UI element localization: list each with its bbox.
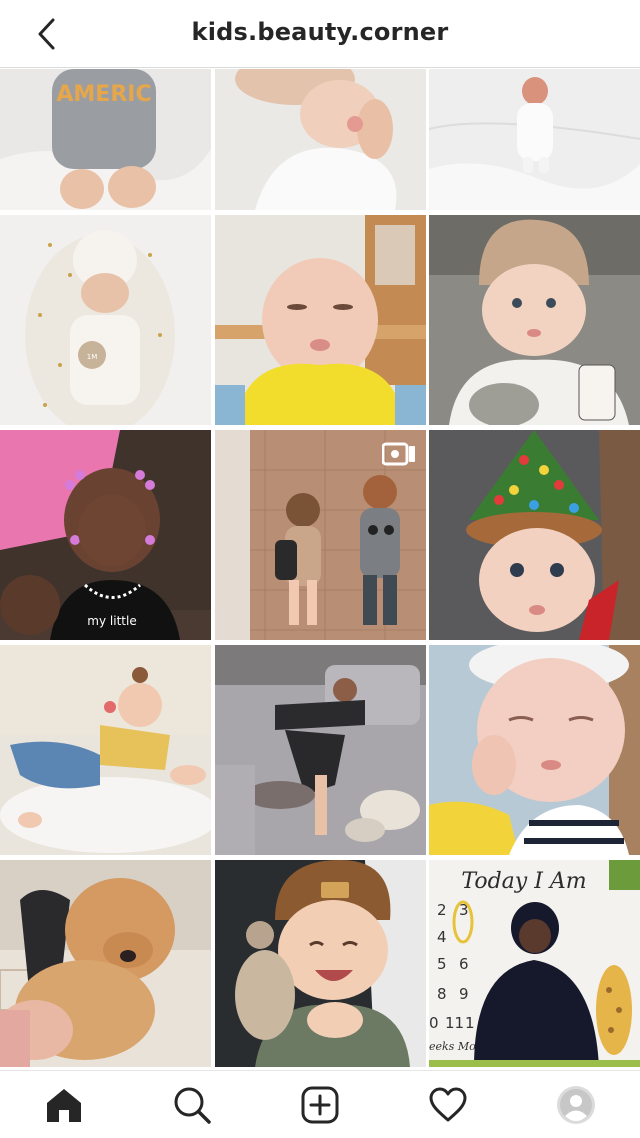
- tab-profile[interactable]: [544, 1073, 608, 1137]
- post-baby-pacifier-chair[interactable]: [0, 645, 211, 855]
- tab-new-post[interactable]: [288, 1073, 352, 1137]
- post-baby-pink-beads[interactable]: my little: [0, 430, 211, 640]
- tab-search[interactable]: [160, 1073, 224, 1137]
- profile-avatar-icon: [557, 1085, 595, 1124]
- post-mom-sleeping-sofa[interactable]: [214, 645, 426, 855]
- post-toddlers-holding-hands[interactable]: [214, 430, 426, 640]
- tab-activity[interactable]: [416, 1073, 480, 1137]
- blanket-number: 8: [437, 985, 447, 1003]
- post-baby-bunny-hat[interactable]: 1M: [0, 215, 211, 425]
- blanket-number: 4: [437, 928, 447, 946]
- svg-text:my little: my little: [87, 614, 136, 628]
- post-today-i-am-blanket[interactable]: Today I Am 2 3 4 5 6 8 9 0 11 1 eeks Mon: [429, 860, 640, 1067]
- blanket-title: Today I Am: [461, 869, 586, 894]
- post-baby-knit-hat[interactable]: [429, 215, 640, 425]
- post-baby-carhartt-hat[interactable]: [214, 860, 426, 1067]
- blanket-number: 2: [437, 901, 447, 919]
- profile-username: kids.beauty.corner: [191, 18, 449, 46]
- blanket-number: 0: [429, 1014, 439, 1032]
- bottom-tab-bar: [0, 1070, 640, 1138]
- post-onesie-baby[interactable]: AMERIC: [0, 69, 211, 210]
- blanket-number: 1: [465, 1014, 475, 1032]
- post-baby-christmas-hat[interactable]: [429, 430, 640, 640]
- blanket-number: 11: [445, 1014, 464, 1032]
- plus-square-icon: [301, 1086, 339, 1123]
- heart-icon: [429, 1087, 467, 1121]
- post-baby-pouting-highchair[interactable]: [214, 215, 426, 425]
- posts-grid: AMERIC 1M my little Today I Am 2 3 4 5 6…: [0, 69, 640, 1068]
- svg-text:AMERIC: AMERIC: [56, 82, 151, 107]
- blanket-number: 6: [459, 955, 469, 973]
- post-chow-chow-dog[interactable]: [0, 860, 211, 1067]
- post-baby-sleeping[interactable]: [429, 645, 640, 855]
- post-mother-newborn[interactable]: [214, 69, 426, 210]
- svg-text:1M: 1M: [87, 353, 98, 361]
- tab-home[interactable]: [32, 1073, 96, 1137]
- video-reel-icon: [381, 442, 415, 466]
- profile-header: kids.beauty.corner: [0, 0, 640, 68]
- home-icon: [47, 1088, 81, 1122]
- post-newborn-crying-bed[interactable]: [429, 69, 640, 210]
- blanket-number: 5: [437, 955, 447, 973]
- blanket-number: 9: [459, 985, 469, 1003]
- search-icon: [174, 1087, 211, 1124]
